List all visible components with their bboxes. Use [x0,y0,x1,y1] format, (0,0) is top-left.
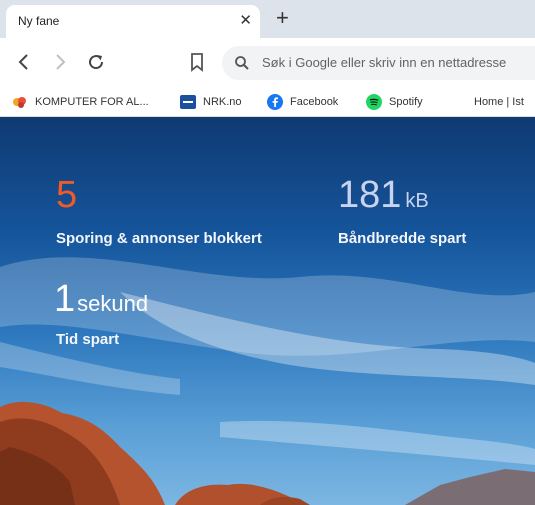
bookmark-label: Home | Ist [474,96,524,108]
time-unit: sekund [77,291,149,316]
search-icon [235,56,249,70]
new-tab-background: 5 Sporing & annonser blokkert 181 kB Bånd… [0,117,535,505]
forward-arrow-icon[interactable] [48,50,72,74]
nrk-favicon [180,94,196,110]
trackers-blocked-count: 5 [56,175,77,215]
bookmark-nrk[interactable]: NRK.no [180,93,242,111]
omnibox-placeholder: Søk i Google eller skriv inn en nettadre… [262,55,507,70]
komputer-favicon [12,94,28,110]
tab-title: Ny fane [18,14,60,28]
bandwidth-value: 181 [338,174,402,216]
tab-ny-fane[interactable]: Ny fane ✕ [6,5,260,38]
toolbar: Søk i Google eller skriv inn en nettadre… [0,38,535,88]
bandwidth-saved-count: 181 kB [338,175,429,215]
omnibox[interactable]: Søk i Google eller skriv inn en nettadre… [222,46,535,80]
trackers-value: 5 [56,174,78,216]
time-saved-count: 1sekund [54,279,148,319]
close-tab-icon[interactable]: ✕ [239,11,252,31]
bookmark-komputer[interactable]: KOMPUTER FOR AL... [12,93,149,111]
bookmarks-bar: KOMPUTER FOR AL... NRK.no Facebook Spoti… [0,88,535,117]
bookmark-facebook[interactable]: Facebook [267,93,338,111]
time-saved-label: Tid spart [56,331,120,348]
facebook-icon [267,94,283,110]
time-value: 1 [54,278,76,320]
bookmark-label: Spotify [389,96,423,108]
bookmark-label: Facebook [290,96,339,108]
trackers-blocked-label: Sporing & annonser blokkert [56,230,262,247]
tab-strip: Ny fane ✕ + [0,0,535,38]
bookmark-icon[interactable] [187,50,207,74]
bookmark-label: KOMPUTER FOR AL... [35,96,149,108]
bandwidth-saved-label: Båndbredde spart [338,230,467,247]
back-arrow-icon[interactable] [12,50,36,74]
new-tab-button[interactable]: + [276,6,289,30]
spotify-icon [366,94,382,110]
reload-icon[interactable] [84,50,108,74]
bookmark-spotify[interactable]: Spotify [366,93,423,111]
bookmark-home[interactable]: Home | Ist [474,93,524,111]
bookmark-label: NRK.no [203,96,242,108]
bandwidth-unit: kB [405,190,429,212]
